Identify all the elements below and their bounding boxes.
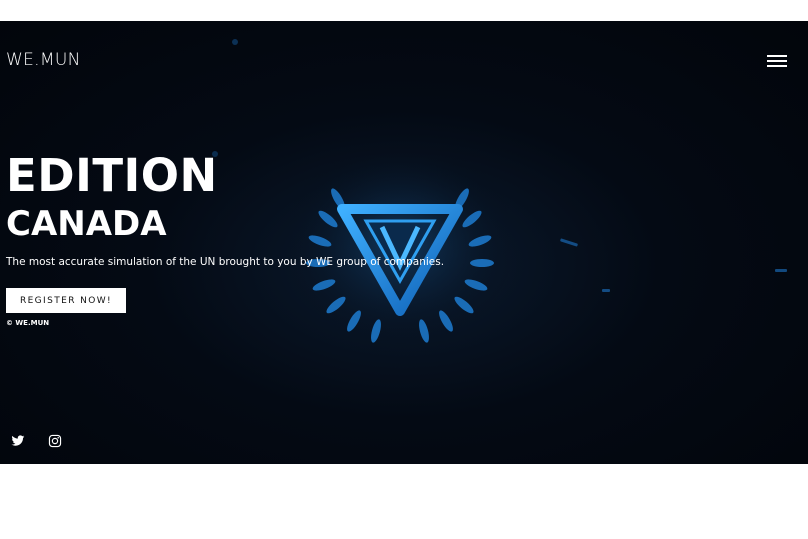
copyright-text: © WE.MUN xyxy=(6,319,50,327)
register-button[interactable]: REGISTER NOW! xyxy=(6,288,126,313)
light-streak xyxy=(602,289,610,292)
hero-tagline: The most accurate simulation of the UN b… xyxy=(6,256,445,268)
hero-section: WE.MUN EDITION CANADA The most accurate … xyxy=(0,21,808,464)
instagram-icon[interactable] xyxy=(48,434,62,448)
hero-title-line1: EDITION xyxy=(6,149,218,202)
hamburger-menu-icon[interactable] xyxy=(767,53,789,69)
twitter-icon[interactable] xyxy=(11,434,25,448)
light-streak xyxy=(232,39,238,45)
hero-title-line2: CANADA xyxy=(6,204,167,244)
light-streak xyxy=(559,238,579,247)
light-streak xyxy=(775,269,787,272)
brand-logo[interactable]: WE.MUN xyxy=(6,50,81,70)
laurel-triangle-emblem-icon xyxy=(290,157,510,347)
